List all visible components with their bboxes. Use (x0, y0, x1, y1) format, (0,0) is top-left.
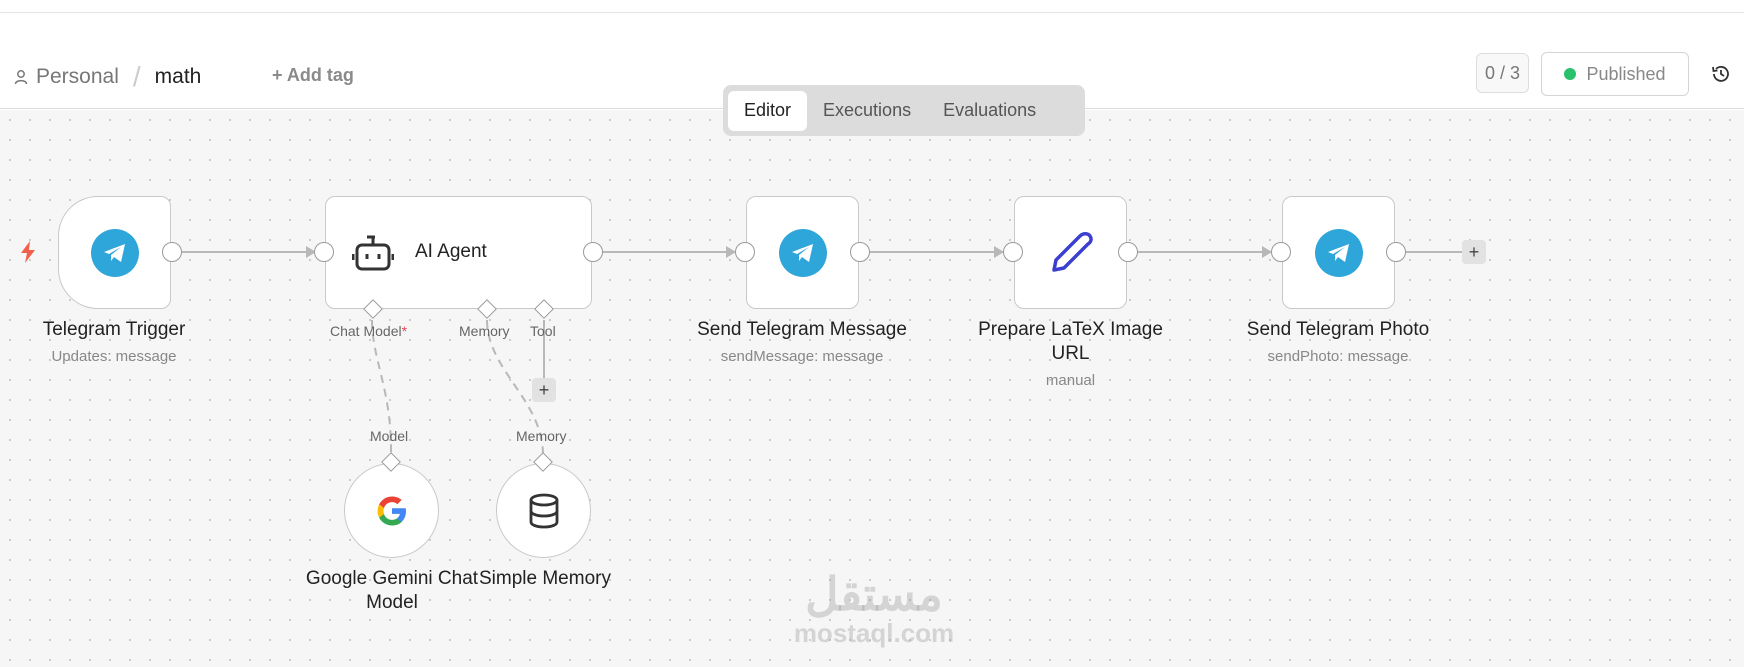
node-sublabel: Updates: message (51, 348, 177, 365)
node-label: Telegram Trigger (42, 319, 186, 340)
slot-label-tool: Tool (530, 323, 556, 339)
prepare-input-port[interactable] (1003, 242, 1023, 262)
trigger-output-port[interactable] (162, 242, 182, 262)
google-icon (377, 496, 406, 525)
agent-input-port[interactable] (314, 242, 334, 262)
slot-label-chat-model: Chat Model* (330, 323, 408, 339)
node-label: Prepare LaTeX Image URL (978, 319, 1163, 364)
node-label: Send Telegram Message (697, 319, 907, 340)
node-telegram-trigger[interactable] (58, 196, 171, 309)
robot-icon (352, 235, 394, 270)
node-sublabel: sendMessage: message (720, 348, 884, 365)
node-title: AI Agent (415, 241, 487, 262)
node-label: Google Gemini Chat Model (305, 568, 479, 613)
send-photo-input-port[interactable] (1271, 242, 1291, 262)
tab-executions[interactable]: Executions (807, 91, 927, 131)
node-prepare-latex-image-url[interactable] (1014, 196, 1127, 309)
tab-editor[interactable]: Editor (728, 90, 808, 131)
pencil-icon (1051, 231, 1093, 272)
node-label: Send Telegram Photo (1246, 319, 1430, 340)
node-label: Simple Memory (479, 568, 611, 589)
add-tool-button[interactable]: + (532, 378, 556, 402)
trigger-bolt-icon (21, 241, 35, 263)
slot-label-memory-sub: Memory (516, 428, 567, 444)
database-icon (529, 493, 558, 528)
agent-output-port[interactable] (583, 242, 603, 262)
add-node-button[interactable]: + (1462, 240, 1486, 264)
slot-label-model: Model (370, 428, 409, 444)
telegram-icon (1314, 228, 1363, 277)
node-sublabel: manual (1045, 372, 1096, 389)
telegram-icon (778, 228, 827, 277)
tab-evaluations[interactable]: Evaluations (927, 91, 1052, 131)
watermark-logo: مستقل mostaql.com (793, 568, 955, 648)
slot-label-memory: Memory (459, 323, 510, 339)
send-photo-output-port[interactable] (1386, 242, 1406, 262)
send-message-output-port[interactable] (850, 242, 870, 262)
send-message-input-port[interactable] (735, 242, 755, 262)
view-tabs: Editor Executions Evaluations (723, 85, 1085, 136)
node-simple-memory[interactable] (496, 463, 591, 558)
node-sublabel: sendPhoto: message (1267, 348, 1409, 365)
node-google-gemini-chat-model[interactable] (344, 463, 439, 558)
node-send-telegram-photo[interactable] (1282, 196, 1395, 309)
node-send-telegram-message[interactable] (746, 196, 859, 309)
telegram-icon (90, 228, 139, 277)
prepare-output-port[interactable] (1118, 242, 1138, 262)
